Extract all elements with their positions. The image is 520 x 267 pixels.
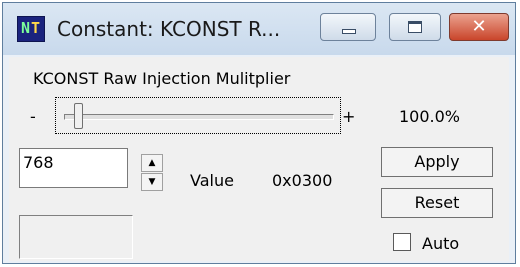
nt-app-icon[interactable]: N T xyxy=(17,16,45,42)
apply-button[interactable]: Apply xyxy=(381,147,493,177)
minimize-icon xyxy=(342,29,356,34)
window-title: Constant: KCONST R... xyxy=(57,17,281,41)
value-hex-readout: 0x0300 xyxy=(272,171,333,190)
auto-label: Auto xyxy=(422,234,460,253)
app-icon-letter-t: T xyxy=(31,19,41,37)
status-display-box xyxy=(19,215,133,259)
slider-track[interactable] xyxy=(64,114,334,120)
close-icon: ✕ xyxy=(471,16,487,37)
minimize-button[interactable] xyxy=(320,13,376,41)
value-label: Value xyxy=(190,171,234,190)
slider-max-label: + xyxy=(342,107,356,126)
close-button[interactable]: ✕ xyxy=(449,13,509,41)
title-bar[interactable]: N T Constant: KCONST R... ✕ xyxy=(3,3,515,55)
slider-thumb[interactable] xyxy=(73,103,83,129)
value-input[interactable]: 768 xyxy=(19,148,128,188)
maximize-button[interactable] xyxy=(389,13,441,41)
percent-readout: 100.0% xyxy=(399,107,461,126)
spin-up-button[interactable]: ▲ xyxy=(141,154,163,172)
client-area: KCONST Raw Injection Mulitplier - + 100.… xyxy=(9,57,509,261)
parameter-name: KCONST Raw Injection Mulitplier xyxy=(33,69,291,88)
app-icon-letter-n: N xyxy=(21,19,31,37)
maximize-icon xyxy=(408,21,422,33)
auto-checkbox[interactable] xyxy=(393,233,411,251)
reset-button[interactable]: Reset xyxy=(381,188,493,218)
constant-window: N T Constant: KCONST R... ✕ KCONST Raw I… xyxy=(2,2,516,264)
multiplier-slider[interactable] xyxy=(55,97,341,134)
slider-min-label: - xyxy=(30,107,36,126)
spin-down-button[interactable]: ▼ xyxy=(141,173,163,191)
